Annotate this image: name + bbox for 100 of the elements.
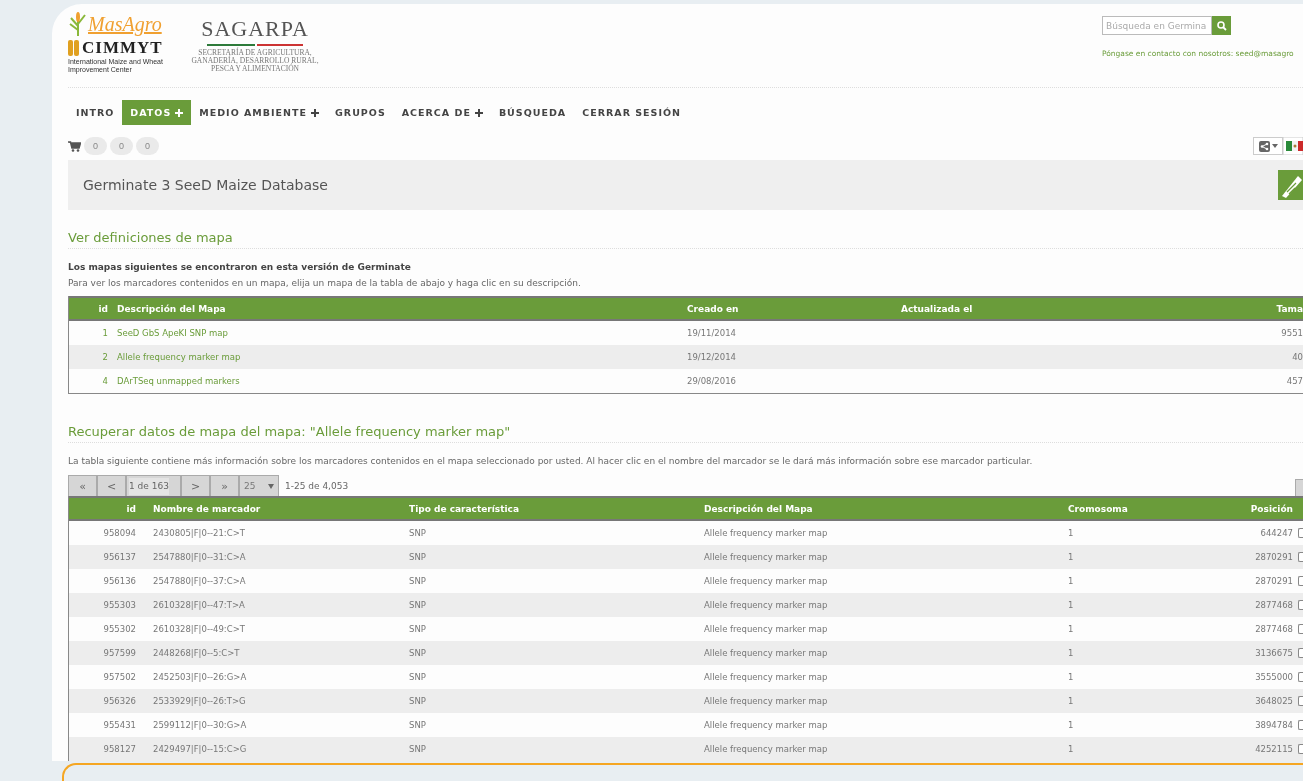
map-link[interactable]: Allele frequency marker map: [113, 352, 683, 362]
nav-item[interactable]: MEDIO AMBIENTE: [191, 100, 327, 125]
table-cell-text: 19/11/2014: [686, 328, 737, 338]
row-checkbox[interactable]: [1298, 672, 1303, 682]
table-cell-text: SNP: [408, 576, 427, 586]
nav-item[interactable]: INTRO: [68, 100, 123, 125]
table-cell-text: SNP: [408, 624, 427, 634]
column-header: id: [97, 303, 109, 314]
table-cell-text: 1: [1067, 648, 1075, 658]
nav-item[interactable]: ACERCA DE: [393, 100, 491, 125]
nav-item[interactable]: CERRAR SESIÓN: [574, 100, 689, 125]
masagro-logo-text: MasAgro: [88, 13, 162, 36]
table-cell-text: 2870291: [1254, 576, 1293, 586]
table-cell-text: 2533929|F|0--26:T>G: [152, 696, 247, 706]
row-checkbox[interactable]: [1298, 552, 1303, 562]
table-cell-text: 956326: [102, 696, 137, 706]
column-header: Nombre de marcador: [152, 503, 262, 514]
table-cell-text: 958094: [102, 528, 137, 538]
table-cell-text: 955431: [102, 720, 137, 730]
table-cell-text: 4252115: [1254, 744, 1293, 754]
share-button[interactable]: [1253, 137, 1283, 155]
column-header: Actualizada el: [900, 303, 974, 314]
row-checkbox[interactable]: [1298, 624, 1303, 634]
row-checkbox[interactable]: [1298, 696, 1303, 706]
nav-item[interactable]: BÚSQUEDA: [490, 100, 575, 125]
column-header: Descripción del Mapa: [703, 503, 814, 514]
wheat-icon: [68, 12, 88, 36]
table-cell-text: 1: [1067, 576, 1075, 586]
map-link[interactable]: SeeD GbS ApeKI SNP map: [113, 328, 683, 338]
table-cell-text: 2430805|F|0--21:C>T: [152, 528, 246, 538]
column-header: Creado en: [686, 303, 740, 314]
table-cell-text: Allele frequency marker map: [703, 552, 829, 562]
caret-icon: [268, 483, 274, 489]
table-cell-text: SNP: [408, 648, 427, 658]
section-intro-heading: Los mapas siguientes se encontraron en esta versión de Germinate: [68, 261, 412, 274]
search-field[interactable]: Búsqueda en Germina: [1102, 16, 1212, 35]
table-cell-text: 3136675: [1254, 648, 1293, 658]
cart-icon[interactable]: [68, 140, 81, 152]
first-page-button[interactable]: «: [68, 475, 97, 496]
sagarpa-logo-text: SAGARPA: [201, 16, 309, 43]
table-cell-text: SNP: [408, 552, 427, 562]
table-cell-text: 1: [101, 328, 109, 338]
table-cell-text: 3894784: [1254, 720, 1293, 730]
table-cell-text: SNP: [408, 696, 427, 706]
table-cell-text: 2547880|F|0--37:C>A: [152, 576, 247, 586]
table-cell-text: 2: [101, 352, 109, 362]
section-heading: Ver definiciones de mapa: [68, 228, 1303, 249]
search-button[interactable]: [1212, 16, 1231, 35]
table-cell-text: 957599: [102, 648, 137, 658]
table-cell-text: SNP: [408, 720, 427, 730]
table-cell-text: Allele frequency marker map: [703, 696, 829, 706]
last-page-button[interactable]: »: [210, 475, 239, 496]
table-cell-text: 1: [1067, 600, 1075, 610]
nav-item[interactable]: DATOS: [122, 100, 192, 125]
section-description: La tabla siguiente contiene más información sobre los marcadores contenidos en el mapa seleccionado por usted. Al hacer clic en el nombre del marcador se le dará más información sobre ese marcador particular.: [68, 455, 1034, 468]
table-cell-text: Allele frequency marker map: [703, 576, 829, 586]
map-link[interactable]: DArTSeq unmapped markers: [113, 376, 683, 386]
row-checkbox[interactable]: [1298, 528, 1303, 538]
table-cell-text: 2448268|F|0--5:C>T: [152, 648, 241, 658]
table-cell-text: 457: [1285, 376, 1303, 386]
row-checkbox[interactable]: [1298, 576, 1303, 586]
table-cell-text: 2877468: [1254, 624, 1293, 634]
table-cell-text: Allele frequency marker map: [703, 528, 829, 538]
previous-page-button[interactable]: <: [97, 475, 126, 496]
table-cell-text: 2870291: [1254, 552, 1293, 562]
row-checkbox[interactable]: [1298, 744, 1303, 754]
table-cell-text: Allele frequency marker map: [703, 600, 829, 610]
table-cell-text: 955302: [102, 624, 137, 634]
table-cell-text: 1: [1067, 552, 1075, 562]
share-icon: [1258, 140, 1270, 152]
table-cell-text: SNP: [408, 528, 427, 538]
table-cell-text: Allele frequency marker map: [703, 744, 829, 754]
table-cell-text: 19/12/2014: [686, 352, 737, 362]
section-heading: Recuperar datos de mapa del mapa: "Allele frequency marker map": [68, 422, 1303, 443]
column-header: id: [125, 503, 137, 514]
next-page-button[interactable]: >: [181, 475, 210, 496]
column-header: Cromosoma: [1067, 503, 1129, 514]
row-checkbox[interactable]: [1298, 648, 1303, 658]
flag-icon[interactable]: [1283, 137, 1303, 155]
table-cell-text: 1: [1067, 744, 1075, 754]
table-cell-text: 956136: [102, 576, 137, 586]
page-size-dropdown[interactable]: 25: [239, 475, 279, 496]
table-cell-text: 2610328|F|0--47:T>A: [152, 600, 246, 610]
page-title: Germinate 3 SeeD Maize Database: [83, 177, 328, 193]
table-cell-text: 1: [1067, 672, 1075, 682]
column-header: Posición: [1249, 503, 1293, 514]
column-header: Tipo de característica: [408, 503, 520, 514]
table-cell-text: 40: [1291, 352, 1303, 362]
row-checkbox[interactable]: [1298, 720, 1303, 730]
cimmyt-logo-text: CIMMYT: [82, 38, 163, 58]
section-intro-text: Para ver los marcadores contenidos en un mapa, elija un mapa de la tabla de abajo y haga clic en su descripción.: [68, 277, 582, 290]
row-checkbox[interactable]: [1298, 600, 1303, 610]
cart-count: 0: [84, 137, 107, 155]
range-text: 1-25 de 4,053: [284, 479, 349, 493]
nav-item[interactable]: GRUPOS: [327, 100, 394, 125]
table-cell-text: 1: [1067, 720, 1075, 730]
table-cell-text: 2877468: [1254, 600, 1293, 610]
table-cell-text: Allele frequency marker map: [703, 648, 829, 658]
table-cell-text: 644247: [1259, 528, 1293, 538]
search-icon: [1216, 20, 1227, 31]
